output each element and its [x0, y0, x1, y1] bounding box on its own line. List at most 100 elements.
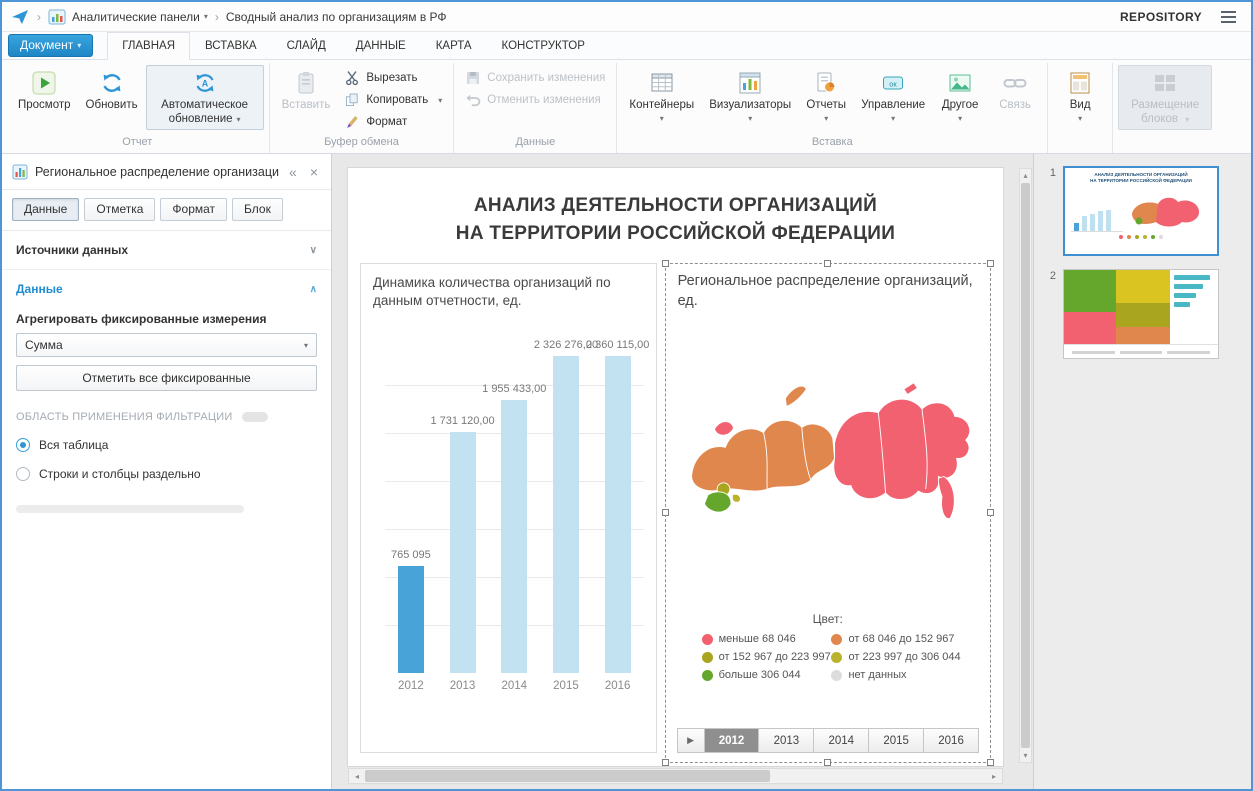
scroll-right-icon[interactable]: ▸ — [986, 772, 1002, 781]
bar-column-2016[interactable]: 2 360 115,00 — [586, 339, 649, 673]
visualizers-button[interactable]: Визуализаторы ▾ — [702, 65, 798, 125]
bar[interactable] — [604, 355, 631, 673]
chevron-down-icon[interactable]: ▾ — [204, 12, 208, 21]
selection-handle[interactable] — [661, 509, 669, 517]
bar[interactable] — [397, 566, 424, 673]
selection-handle[interactable] — [823, 759, 831, 766]
play-button[interactable]: ▶ — [677, 729, 705, 753]
close-panel-icon[interactable]: × — [307, 164, 321, 180]
view-button[interactable]: Вид ▾ — [1053, 65, 1107, 125]
menu-icon[interactable] — [1218, 8, 1239, 26]
visualizers-label: Визуализаторы — [709, 99, 792, 111]
scroll-left-icon[interactable]: ◂ — [349, 772, 365, 781]
year-button-2016[interactable]: 2016 — [924, 729, 979, 753]
selection-handle[interactable] — [661, 260, 669, 268]
bar-category-label: 2013 — [449, 679, 476, 692]
selection-handle[interactable] — [987, 759, 994, 766]
tab-insert[interactable]: ВСТАВКА — [190, 32, 272, 59]
russia-map[interactable] — [678, 315, 978, 607]
auto-refresh-button[interactable]: A Автоматическое обновление ▾ — [145, 65, 264, 130]
horizontal-scroll-thumb[interactable] — [365, 770, 770, 782]
radio-selected-icon[interactable] — [16, 438, 30, 452]
slide-thumbnail-2[interactable] — [1063, 269, 1219, 359]
section-data-sources[interactable]: Источники данных ∨ — [2, 231, 331, 270]
chain-link-icon — [1002, 70, 1028, 96]
bar-column-2014[interactable]: 1 955 433,00 — [482, 339, 546, 673]
panel-tab-mark[interactable]: Отметка — [84, 198, 156, 221]
repository-label[interactable]: REPOSITORY — [1120, 10, 1202, 24]
chevron-down-icon: ▾ — [438, 95, 443, 105]
refresh-button[interactable]: Обновить — [79, 65, 145, 116]
horizontal-scrollbar[interactable]: ◂ ▸ — [348, 768, 1003, 784]
other-button[interactable]: Другое ▾ — [933, 65, 987, 125]
block-layout-button[interactable]: Размещение блоков ▾ — [1118, 65, 1213, 130]
mark-all-fixed-button[interactable]: Отметить все фиксированные — [16, 365, 317, 391]
format-button[interactable]: Формат — [338, 112, 448, 132]
scissors-icon — [344, 70, 360, 86]
management-button[interactable]: ок Управление ▾ — [854, 65, 932, 125]
aggregate-select[interactable]: Сумма ▾ — [16, 333, 317, 357]
radio-rows-cols[interactable]: Строки и столбцы раздельно — [16, 467, 317, 481]
panel-tab-data[interactable]: Данные — [12, 198, 80, 221]
bar[interactable] — [449, 431, 476, 673]
bar-column-2012[interactable]: 765 095 — [385, 339, 437, 673]
breadcrumb-root[interactable]: Аналитические панели — [72, 10, 200, 24]
tab-home[interactable]: ГЛАВНАЯ — [107, 32, 190, 60]
panel-tab-format[interactable]: Формат — [160, 198, 228, 221]
cut-button[interactable]: Вырезать — [338, 68, 448, 88]
page-title-line2: НА ТЕРРИТОРИИ РОССИЙСКОЙ ФЕДЕРАЦИИ — [455, 222, 896, 244]
panel-tab-block[interactable]: Блок — [232, 198, 283, 221]
undo-changes-button[interactable]: Отменить изменения — [459, 90, 611, 110]
ribbon-group-data: Сохранить изменения Отменить изменения Д… — [454, 63, 618, 153]
tab-data[interactable]: ДАННЫЕ — [341, 32, 421, 59]
vertical-scrollbar[interactable]: ▴ ▾ — [1019, 168, 1032, 763]
document-menu-button[interactable]: Документ ▾ — [8, 34, 94, 57]
selection-handle[interactable] — [823, 260, 831, 268]
year-button-2013[interactable]: 2013 — [759, 729, 815, 753]
link-button[interactable]: Связь — [988, 65, 1042, 116]
bar-column-2015[interactable]: 2 326 276,00 — [534, 339, 598, 673]
tab-constructor[interactable]: КОНСТРУКТОР — [487, 32, 600, 59]
map-block[interactable]: Региональное распределение организаций, … — [661, 260, 994, 766]
breadcrumb-current[interactable]: Сводный анализ по организациям в РФ — [226, 10, 447, 24]
map-title: Региональное распределение организаций, … — [677, 273, 973, 309]
scroll-up-icon[interactable]: ▴ — [1023, 169, 1027, 182]
bar-value-label: 2 360 115,00 — [585, 338, 650, 351]
paste-button[interactable]: Вставить — [275, 65, 338, 116]
vertical-scroll-thumb[interactable] — [1021, 183, 1030, 748]
ribbon-group-label: Данные — [515, 136, 556, 148]
copy-button[interactable]: Копировать ▾ — [338, 90, 448, 110]
section-data[interactable]: Данные ∧ — [2, 270, 331, 308]
grip-handle[interactable] — [242, 412, 269, 422]
radio-whole-table[interactable]: Вся таблица — [16, 438, 317, 452]
save-changes-button[interactable]: Сохранить изменения — [459, 68, 611, 88]
year-button-2015[interactable]: 2015 — [869, 729, 925, 753]
slide-thumbnail-1[interactable]: АНАЛИЗ ДЕЯТЕЛЬНОСТИ ОРГАНИЗАЦИЙ НА ТЕРРИ… — [1063, 166, 1219, 256]
containers-button[interactable]: Контейнеры ▾ — [622, 65, 701, 125]
tab-slide[interactable]: СЛАЙД — [272, 32, 341, 59]
tab-map[interactable]: КАРТА — [421, 32, 487, 59]
selection-handle[interactable] — [987, 260, 994, 268]
canvas: АНАЛИЗ ДЕЯТЕЛЬНОСТИ ОРГАНИЗАЦИЙ НА ТЕРРИ… — [332, 154, 1033, 789]
selection-handle[interactable] — [661, 759, 669, 766]
collapse-panel-icon[interactable]: « — [286, 164, 300, 180]
year-button-2014[interactable]: 2014 — [814, 729, 870, 753]
bar[interactable] — [552, 355, 579, 673]
bar-column-2013[interactable]: 1 731 120,00 — [430, 339, 495, 673]
year-button-2012[interactable]: 2012 — [704, 729, 760, 753]
picture-icon — [947, 70, 973, 96]
thumb-footer — [1064, 344, 1218, 358]
reports-button[interactable]: Отчеты ▾ — [799, 65, 853, 125]
panel-slider[interactable] — [16, 505, 244, 513]
preview-button[interactable]: Просмотр — [11, 65, 78, 116]
bar[interactable] — [501, 400, 528, 673]
app-logo-icon[interactable] — [10, 7, 30, 27]
link-label: Связь — [999, 99, 1032, 111]
topbar: › Аналитические панели ▾ › Сводный анали… — [2, 2, 1251, 32]
radio-unselected-icon[interactable] — [16, 467, 30, 481]
bar-chart-block[interactable]: Динамика количества организаций по данны… — [360, 263, 657, 754]
selection-handle[interactable] — [987, 509, 994, 517]
ribbon-group-label: Вставка — [811, 136, 853, 148]
scroll-down-icon[interactable]: ▾ — [1023, 749, 1027, 762]
thumb-map — [1132, 197, 1200, 227]
